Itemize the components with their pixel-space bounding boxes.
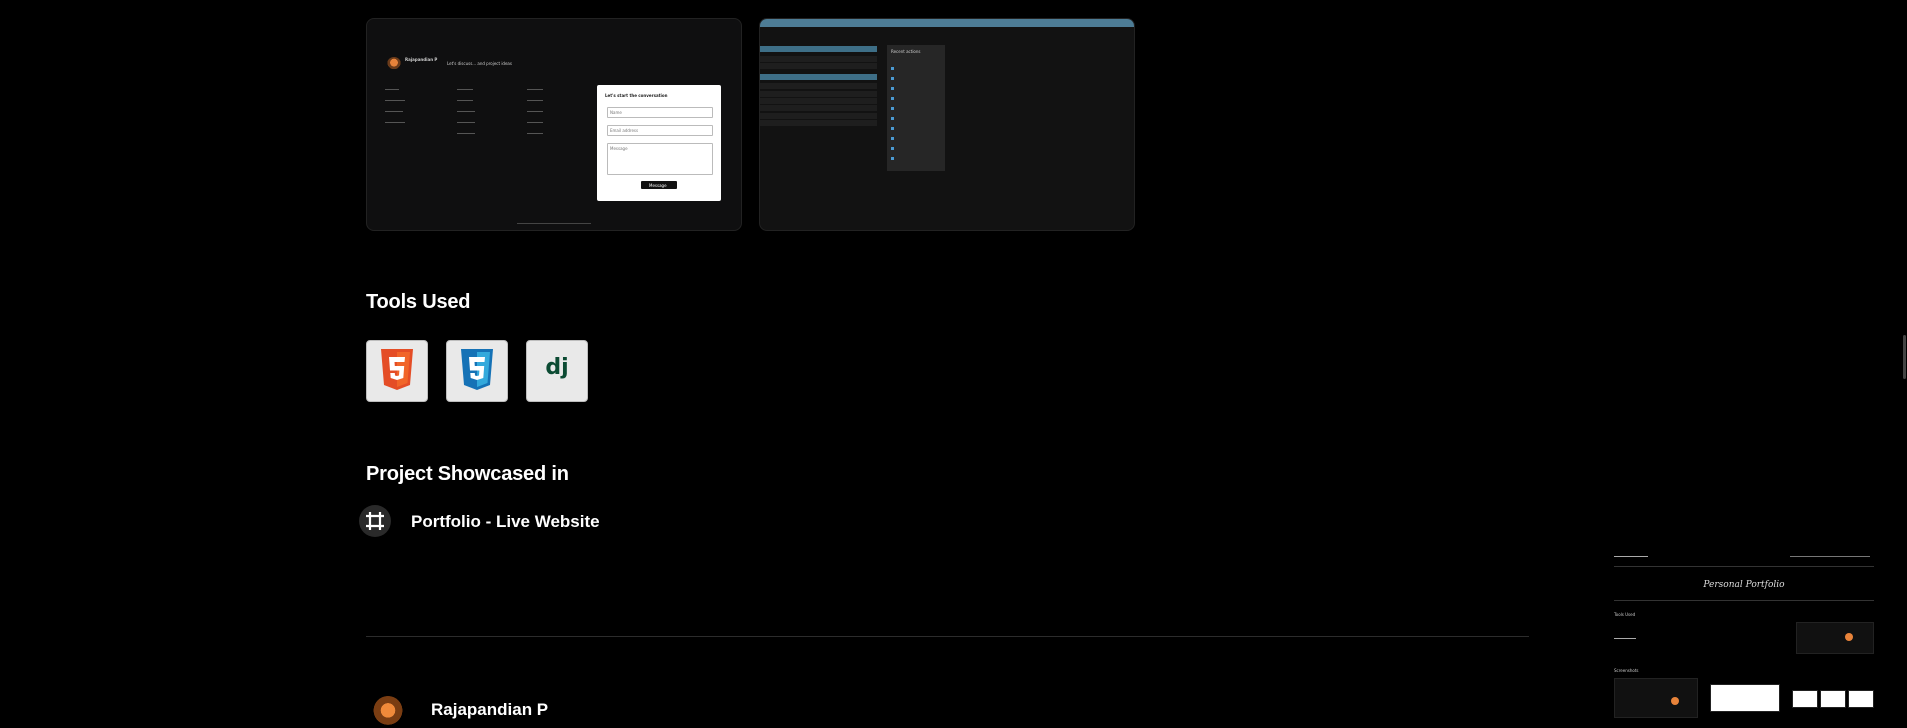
- page-scrollbar[interactable]: [1903, 335, 1906, 379]
- project-screenshot-2[interactable]: Recent actions: [759, 18, 1135, 231]
- minimap-tools-label: Tools Used: [1614, 612, 1636, 617]
- author-name[interactable]: Rajapandian P: [431, 700, 548, 720]
- project-screenshot-1[interactable]: Rajapandian P Let's discuss... and proje…: [366, 18, 742, 231]
- tool-django[interactable]: dj: [526, 340, 588, 402]
- author-avatar-mini: [387, 57, 401, 71]
- tools-heading: Tools Used: [366, 291, 471, 313]
- section-divider: [366, 636, 1529, 637]
- tool-html5[interactable]: [366, 340, 428, 402]
- page-minimap[interactable]: Personal Portfolio Tools Used Screenshot…: [1614, 554, 1874, 718]
- mini-author-name: Rajapandian P: [405, 57, 438, 62]
- tool-css3[interactable]: [446, 340, 508, 402]
- mini-contact-card: Let's start the conversation Name Email …: [597, 85, 721, 201]
- mini-admin-sidebar: Recent actions: [887, 45, 945, 171]
- mini-tagline: Let's discuss... and project ideas: [447, 61, 512, 66]
- author-avatar[interactable]: [372, 696, 404, 728]
- minimap-title: Personal Portfolio: [1703, 580, 1785, 590]
- django-icon: dj: [545, 355, 569, 380]
- minimap-screens-label: Screenshots: [1614, 668, 1639, 673]
- showcase-link[interactable]: Portfolio - Live Website: [411, 512, 600, 532]
- css3-icon: [461, 349, 493, 390]
- mini-admin-header: [760, 19, 1134, 27]
- frame-icon: [359, 505, 391, 537]
- html5-icon: [381, 349, 413, 390]
- showcase-heading: Project Showcased in: [366, 463, 569, 485]
